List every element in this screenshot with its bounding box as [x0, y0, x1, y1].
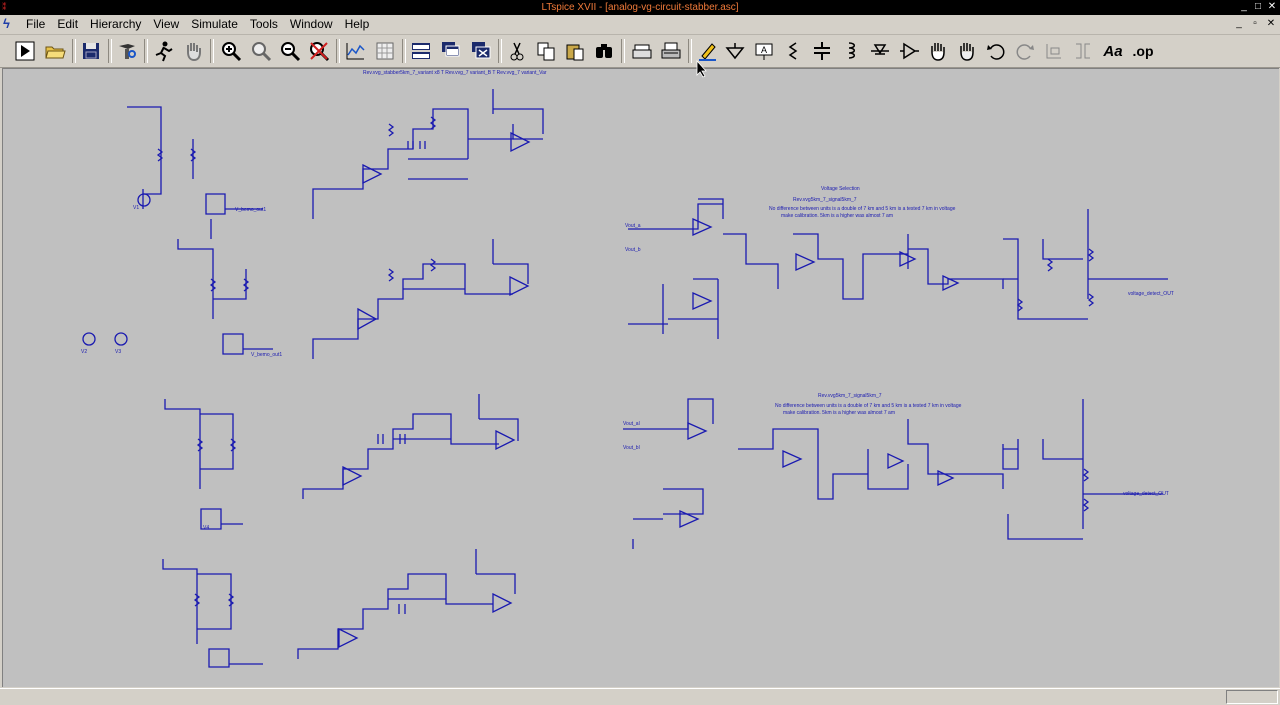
mdi-minimize-button[interactable]: _ [1234, 18, 1244, 30]
net-label: V3 [115, 349, 121, 355]
menu-tools[interactable]: Tools [244, 15, 284, 34]
output-label: voltage_detect_OUT [1123, 491, 1169, 497]
status-pane [1226, 690, 1278, 704]
menu-file[interactable]: File [20, 15, 51, 34]
section-a-title: Voltage Selection [821, 186, 860, 192]
menu-simulate[interactable]: Simulate [185, 15, 244, 34]
net-label: V1 [133, 205, 139, 211]
mdi-restore-button[interactable]: ▫ [1250, 18, 1260, 30]
zoom-in-icon[interactable] [218, 39, 244, 63]
save-icon[interactable] [78, 39, 104, 63]
menu-edit[interactable]: Edit [51, 15, 84, 34]
move-icon[interactable] [925, 39, 951, 63]
halt-icon[interactable] [150, 39, 176, 63]
net-label: V4 [203, 525, 209, 531]
status-bar [0, 688, 1280, 705]
menu-view[interactable]: View [147, 15, 185, 34]
window-titlebar: ⁑ LTspice XVII - [analog-vg-circuit-stab… [0, 0, 1280, 15]
print-setup-icon[interactable] [629, 39, 655, 63]
section-a-note1: Rev.vvg5km_7_signal5km_7 [793, 197, 857, 203]
output-label: voltage_detect_OUT [1128, 291, 1174, 297]
tile-vertical-icon[interactable] [408, 39, 434, 63]
section-a-note3: make calibration. 5km is a higher was al… [781, 213, 893, 219]
rotate-icon[interactable] [1041, 39, 1067, 63]
close-button[interactable]: ✕ [1266, 1, 1278, 13]
copy-icon[interactable] [533, 39, 559, 63]
undo-icon[interactable] [983, 39, 1009, 63]
zoom-cancel-icon[interactable] [306, 39, 332, 63]
net-label: Vout_al [623, 421, 640, 427]
open-folder-icon[interactable] [42, 39, 68, 63]
drag-icon[interactable] [954, 39, 980, 63]
close-windows-icon[interactable] [468, 39, 494, 63]
net-label: Vout_bl [623, 445, 640, 451]
zoom-pan-icon[interactable] [248, 39, 274, 63]
control-panel-icon[interactable] [114, 39, 140, 63]
cascade-icon[interactable] [438, 39, 464, 63]
menu-hierarchy[interactable]: Hierarchy [84, 15, 147, 34]
text-icon[interactable]: Aa [1100, 39, 1126, 63]
print-icon[interactable] [658, 39, 684, 63]
component-icon[interactable] [896, 39, 922, 63]
mouse-pointer-icon [696, 60, 707, 78]
ltspice-app-icon[interactable]: ϟ [3, 17, 17, 31]
label-net-icon[interactable]: A [751, 39, 777, 63]
cut-icon[interactable] [504, 39, 530, 63]
window-title: LTspice XVII - [analog-vg-circuit-stabbe… [541, 2, 739, 13]
pan-hand-icon[interactable] [180, 39, 206, 63]
mdi-close-button[interactable]: ✕ [1266, 18, 1276, 30]
spice-directive-icon[interactable]: .op [1130, 39, 1156, 63]
resistor-icon[interactable] [780, 39, 806, 63]
window-system-menu-icon[interactable]: ⁑ [2, 0, 7, 15]
section-b-note2: No difference between units is a double … [775, 403, 962, 409]
zoom-out-icon[interactable] [277, 39, 303, 63]
main-toolbar: A Aa .op [0, 35, 1280, 68]
autorange-icon[interactable] [342, 39, 368, 63]
net-label: Vout_b [625, 247, 641, 253]
net-label: V_bemo_out1 [235, 207, 266, 213]
net-label: V_bemo_out1 [251, 352, 282, 358]
menu-bar: ϟ File Edit Hierarchy View Simulate Tool… [0, 15, 1280, 35]
ground-icon[interactable] [722, 39, 748, 63]
menu-help[interactable]: Help [339, 15, 376, 34]
inductor-icon[interactable] [838, 39, 864, 63]
run-icon[interactable] [12, 39, 38, 63]
section-a-note2: No difference between units is a double … [769, 206, 956, 212]
menu-window[interactable]: Window [284, 15, 339, 34]
schematic-canvas[interactable]: Rev.vvg_stabber5km_7_variant x8 T Rev.vv… [2, 68, 1279, 687]
schematic-drawing: Rev.vvg_stabber5km_7_variant x8 T Rev.vv… [81, 70, 1174, 668]
capacitor-icon[interactable] [809, 39, 835, 63]
grid-icon[interactable] [372, 39, 398, 63]
mirror-icon[interactable] [1070, 39, 1096, 63]
redo-icon[interactable] [1012, 39, 1038, 63]
net-label: Vout_a [625, 223, 641, 229]
maximize-button[interactable]: □ [1252, 1, 1264, 13]
section-b-note1: Rev.vvg5km_7_signal5km_7 [818, 393, 882, 399]
diode-icon[interactable] [867, 39, 893, 63]
net-label: V2 [81, 349, 87, 355]
minimize-button[interactable]: _ [1238, 1, 1250, 13]
top-comment-text: Rev.vvg_stabber5km_7_variant x8 T Rev.vv… [363, 70, 547, 76]
paste-icon[interactable] [562, 39, 588, 63]
find-icon[interactable] [591, 39, 617, 63]
section-b-note3: make calibration. 5km is a higher was al… [783, 410, 895, 416]
svg-text:A: A [761, 45, 767, 55]
